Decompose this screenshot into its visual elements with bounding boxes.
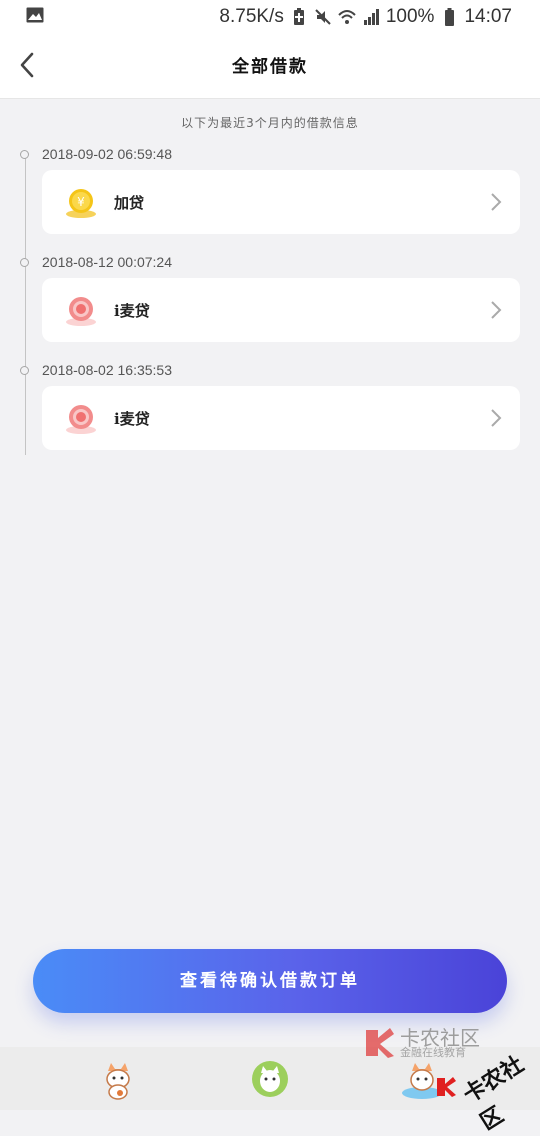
watermark-logo-icon: [366, 1028, 394, 1058]
svg-text:¥: ¥: [77, 195, 85, 209]
page-title: 全部借款: [232, 57, 308, 77]
battery-icon: [445, 8, 455, 26]
wifi-icon: [338, 10, 356, 24]
watermark-subtitle: 金融在线教育: [400, 1046, 466, 1059]
battery-saver-icon: [293, 8, 304, 25]
info-hint: 以下为最近3个月内的借款信息: [181, 116, 359, 130]
loan-card[interactable]: i麦贷: [42, 278, 520, 342]
loan-card[interactable]: ¥ 加贷: [42, 170, 520, 234]
lender-name: 加贷: [114, 194, 145, 212]
stamp-logo-icon: [437, 1077, 456, 1097]
timeline-line: [25, 155, 26, 455]
gallery-icon: [26, 7, 44, 23]
gold-coin-icon: ¥: [66, 189, 96, 218]
lender-name: i麦贷: [114, 302, 150, 320]
4g-signal-icon: [363, 9, 379, 25]
cat-home-icon[interactable]: [96, 1057, 140, 1101]
watermark: 卡农社区 金融在线教育 卡农社区: [360, 1020, 540, 1135]
timeline-dot: [20, 150, 29, 159]
view-pending-orders-button[interactable]: 查看待确认借款订单: [33, 949, 507, 1013]
loan-date: 2018-09-02 06:59:48: [42, 146, 172, 162]
network-speed: 8.75K/s: [219, 6, 284, 27]
loan-card[interactable]: i麦贷: [42, 386, 520, 450]
chevron-right-icon: [491, 409, 502, 427]
red-coin-icon: [66, 405, 96, 434]
cat-badge-icon[interactable]: [248, 1057, 292, 1101]
loan-date: 2018-08-02 16:35:53: [42, 362, 172, 378]
mute-icon: [315, 9, 331, 25]
nav-bar: 全部借款: [0, 34, 540, 99]
clock: 14:07: [464, 6, 512, 27]
red-coin-icon: [66, 297, 96, 326]
status-bar: 8.75K/s 100% 14:07: [0, 0, 540, 34]
loan-date: 2018-08-12 00:07:24: [42, 254, 172, 270]
watermark-stamp: 卡农社区: [459, 1052, 529, 1136]
chevron-right-icon: [491, 301, 502, 319]
chevron-right-icon: [491, 193, 502, 211]
battery-level: 100%: [385, 6, 435, 27]
lender-name: i麦贷: [114, 410, 150, 428]
timeline-dot: [20, 366, 29, 375]
timeline-dot: [20, 258, 29, 267]
